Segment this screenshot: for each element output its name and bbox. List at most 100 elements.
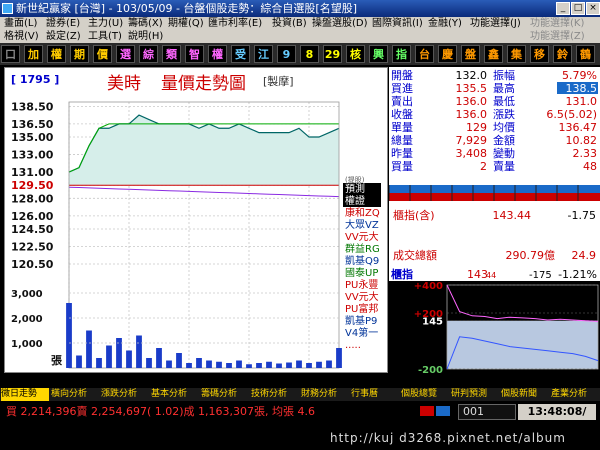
toolbar-button[interactable]: 9 (277, 45, 296, 63)
toolbar-button[interactable]: 8 (300, 45, 319, 63)
toolbar-button[interactable]: 指 (392, 45, 411, 63)
side-label[interactable]: VV元大 (345, 230, 379, 243)
toolbar-button[interactable]: 綜 (139, 45, 158, 63)
toolbar-button[interactable]: 口 (1, 45, 20, 63)
toolbar-button[interactable]: 鶴 (576, 45, 595, 63)
turnover-label: 成交總額 (393, 248, 437, 262)
maximize-button[interactable]: □ (571, 2, 585, 15)
quote-label: 最低 (493, 95, 515, 108)
toolbar-button[interactable]: 江 (254, 45, 273, 63)
toolbar-button[interactable]: 鈴 (553, 45, 572, 63)
side-label[interactable]: 國泰UP (345, 266, 378, 279)
toolbar-button[interactable]: 期 (70, 45, 89, 63)
toolbar-button[interactable]: 台 (415, 45, 434, 63)
channel-box[interactable]: 001 (458, 404, 516, 420)
side-label[interactable]: (提股) (345, 175, 365, 184)
side-label[interactable]: 大眾VZ (345, 218, 379, 231)
menu-item-tools[interactable]: 工具(T) (88, 30, 122, 43)
side-label[interactable]: 預測 (345, 182, 365, 195)
quote-value: 129 (466, 121, 487, 134)
volume-bar (296, 360, 302, 368)
side-label[interactable]: ..... (345, 340, 361, 351)
side-label[interactable]: PU永豐 (345, 278, 378, 291)
side-label[interactable]: 權證 (345, 194, 365, 207)
toolbar-button[interactable]: 移 (530, 45, 549, 63)
volume-bar (276, 363, 282, 368)
volume-bar (176, 353, 182, 368)
menu-item-function-j[interactable]: 功能選擇(J) (470, 17, 521, 30)
function-tab[interactable]: 微日走勢 (1, 388, 49, 401)
mini-v2: -175 (529, 270, 552, 281)
toolbar-button[interactable]: 類 (162, 45, 181, 63)
side-label[interactable]: PU富邦 (345, 302, 378, 315)
menu-item-finance[interactable]: 金融(Y) (428, 17, 462, 30)
quote-value: 48 (583, 160, 597, 173)
toolbar-button[interactable]: 核 (346, 45, 365, 63)
menu-item-investment[interactable]: 投資(B) (272, 17, 307, 30)
function-tab[interactable]: 漲跌分析 (101, 388, 149, 401)
menu-item-settings[interactable]: 設定(Z) (46, 30, 81, 43)
volume-bar (256, 363, 262, 368)
menu-item-forex[interactable]: 匯市利率(E) (208, 17, 262, 30)
toolbar-button[interactable]: 受 (231, 45, 250, 63)
menu-item-stock-pick[interactable]: 操盤選股(D) (312, 17, 368, 30)
volume-bar (206, 360, 212, 368)
toolbar-button[interactable]: 集 (507, 45, 526, 63)
toolbar-button[interactable]: 選 (116, 45, 135, 63)
menu-item-options[interactable]: 期權(Q) (168, 17, 204, 30)
menu-item-main-force[interactable]: 主力(U) (88, 17, 123, 30)
minimize-button[interactable]: _ (556, 2, 570, 15)
menu-item-intl[interactable]: 國際資訊(I) (372, 17, 423, 30)
quote-value: 7,929 (456, 134, 488, 147)
toolbar-button[interactable]: 盤 (461, 45, 480, 63)
volume-tick-label: 3,000 (11, 289, 43, 300)
close-button[interactable]: × (586, 2, 600, 15)
quote-label: 均價 (493, 120, 515, 134)
function-tab[interactable]: 個股新聞 (501, 388, 549, 401)
volume-bar (326, 360, 332, 368)
toolbar-button[interactable]: 興 (369, 45, 388, 63)
function-tab[interactable]: 研判預測 (451, 388, 499, 401)
function-tab[interactable]: 籌碼分析 (201, 388, 249, 401)
toolbar-button[interactable]: 權 (47, 45, 66, 63)
volume-bar (246, 364, 252, 368)
price-tick-label: 128.00 (11, 192, 54, 205)
price-tick-label: 136.50 (11, 118, 54, 131)
toolbar-button[interactable]: 智 (185, 45, 204, 63)
quote-label: 買進 (391, 82, 413, 95)
side-label[interactable]: 康和ZQ (345, 206, 380, 219)
function-tab[interactable]: 基本分析 (151, 388, 199, 401)
menu-item-chips[interactable]: 籌碼(X) (128, 17, 163, 30)
menu-item-help[interactable]: 說明(H) (128, 30, 163, 43)
quote-value: 138.5 (566, 82, 598, 95)
function-tab[interactable]: 行事曆 (351, 388, 399, 401)
function-tab[interactable]: 財務分析 (301, 388, 349, 401)
side-label[interactable]: 凱基P9 (345, 314, 377, 327)
mini-tick: 145 (422, 317, 443, 328)
volume-bar (106, 345, 112, 368)
menu-item-securities[interactable]: 證券(E) (46, 17, 80, 30)
function-tab[interactable]: 橫向分析 (51, 388, 99, 401)
toolbar-button[interactable]: 加 (24, 45, 43, 63)
toolbar-button[interactable]: 29 (323, 45, 342, 63)
function-tab[interactable]: 個股總覽 (401, 388, 449, 401)
toolbar-button[interactable]: 鑫 (484, 45, 503, 63)
menu-item-screen[interactable]: 畫面(L) (4, 17, 37, 30)
app-icon (2, 3, 13, 14)
index-change: -1.75 (568, 209, 596, 222)
quote-value: 3,408 (456, 147, 488, 160)
menu-item-view[interactable]: 格視(V) (4, 30, 39, 43)
side-label[interactable]: 凱基Q9 (345, 254, 379, 267)
toolbar-button[interactable]: 權 (208, 45, 227, 63)
side-label[interactable]: V4第一 (345, 326, 378, 339)
side-label[interactable]: 群益RG (345, 242, 380, 255)
toolbar-button[interactable]: 慶 (438, 45, 457, 63)
quote-label: 賣出 (391, 94, 413, 108)
price-tick-label: 135.00 (11, 131, 54, 144)
toolbar-button[interactable]: 價 (93, 45, 112, 63)
side-label[interactable]: VV元大 (345, 290, 379, 303)
volume-bar (266, 361, 272, 368)
function-tab[interactable]: 產業分析 (551, 388, 599, 401)
volume-bar (126, 350, 132, 368)
function-tab[interactable]: 技術分析 (251, 388, 299, 401)
